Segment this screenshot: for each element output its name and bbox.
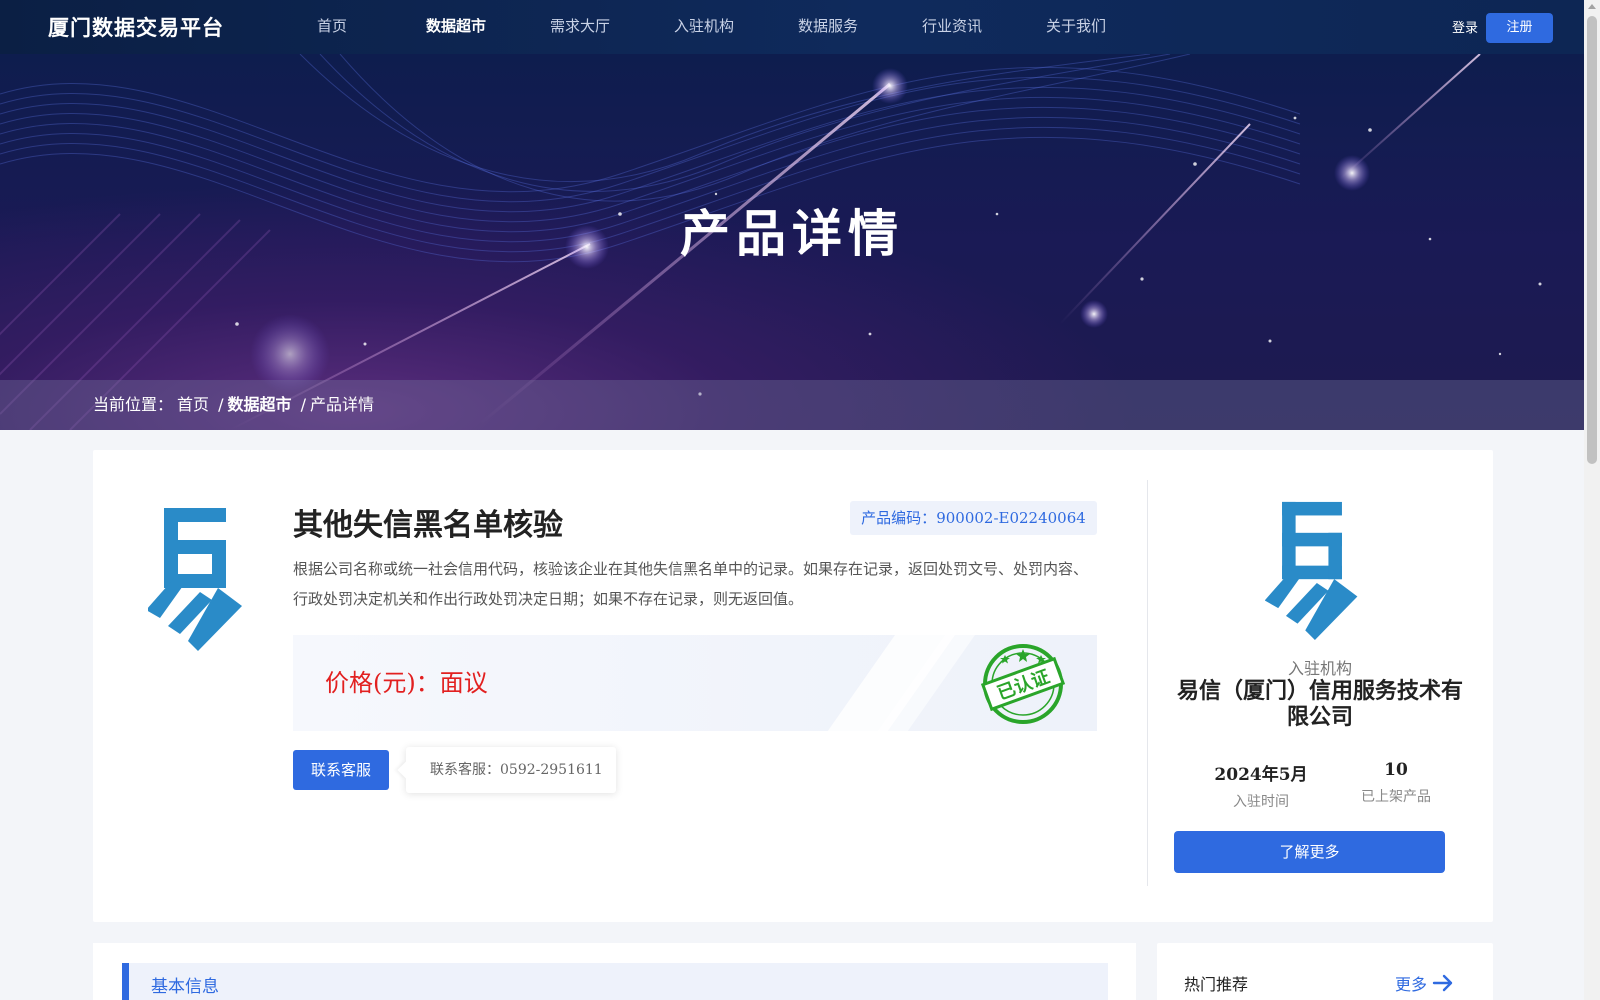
- institution-label: 入驻机构: [1287, 659, 1352, 678]
- basic-info-header: 基本信息: [122, 963, 1108, 1000]
- product-code-value: 900002-E02240064: [936, 509, 1086, 527]
- contact-service-button[interactable]: 联系客服: [293, 750, 389, 790]
- nav-item-home[interactable]: 首页: [270, 0, 394, 54]
- product-detail-card: 其他失信黑名单核验 产品编码：900002-E02240064 根据公司名称或统…: [93, 450, 1493, 922]
- contact-phone: 0592-2951611: [500, 762, 603, 778]
- verified-stamp-icon: 已认证: [981, 644, 1065, 724]
- product-count-value: 10: [1384, 760, 1408, 780]
- top-navigation-bar: 厦门数据交易平台 首页 数据超市 需求大厅 入驻机构 数据服务 行业资讯 关于我…: [0, 0, 1584, 54]
- scrollbar-thumb[interactable]: [1587, 16, 1597, 464]
- breadcrumb-separator: /: [300, 395, 307, 414]
- main-nav: 首页 数据超市 需求大厅 入驻机构 数据服务 行业资讯 关于我们: [270, 0, 1138, 54]
- nav-item-data-services[interactable]: 数据服务: [766, 0, 890, 54]
- breadcrumb-home[interactable]: 首页: [177, 395, 209, 414]
- product-code-badge: 产品编码：900002-E02240064: [850, 501, 1097, 535]
- product-count-label: 已上架产品: [1361, 789, 1431, 805]
- product-description: 根据公司名称或统一社会信用代码，核验该企业在其他失信黑名单中的记录。如果存在记录…: [293, 560, 1089, 608]
- nav-item-about-us[interactable]: 关于我们: [1014, 0, 1138, 54]
- hot-more-link[interactable]: 更多: [1395, 971, 1427, 995]
- product-code-label: 产品编码：: [861, 509, 937, 527]
- nav-item-data-market[interactable]: 数据超市: [394, 0, 518, 54]
- page-title: 产品详情: [680, 204, 904, 263]
- breadcrumb-data-market[interactable]: 数据超市: [228, 395, 292, 414]
- arrow-right-icon[interactable]: [1432, 973, 1454, 993]
- nav-item-institutions[interactable]: 入驻机构: [642, 0, 766, 54]
- register-button[interactable]: 注册: [1486, 13, 1553, 43]
- nav-item-industry-news[interactable]: 行业资讯: [890, 0, 1014, 54]
- page-scrollbar[interactable]: [1584, 0, 1600, 1000]
- card-divider: [1147, 480, 1148, 886]
- price-value: 面议: [439, 669, 488, 697]
- price-label: 价格(元)：: [325, 669, 440, 697]
- join-time-value: 2024年5月: [1214, 765, 1308, 785]
- site-logo[interactable]: 厦门数据交易平台: [48, 12, 224, 42]
- product-logo-icon: [148, 508, 242, 651]
- breadcrumb: 当前位置： 首页 / 数据超市 / 产品详情: [0, 380, 1584, 430]
- breadcrumb-separator: /: [218, 395, 224, 414]
- basic-info-title: 基本信息: [151, 977, 219, 997]
- hot-recommend-section: 热门推荐 更多: [1157, 943, 1493, 1000]
- contact-phone-tooltip: 联系客服：0592-2951611: [406, 747, 616, 793]
- hot-recommend-title: 热门推荐: [1184, 975, 1249, 994]
- scroll-up-arrow-icon[interactable]: [1588, 4, 1596, 9]
- institution-name: 易信（厦门）信用服务技术有限公司: [1176, 678, 1463, 730]
- learn-more-button[interactable]: 了解更多: [1174, 831, 1445, 873]
- price-panel: 价格(元)：面议 已认证: [293, 635, 1097, 731]
- login-link[interactable]: 登录: [1452, 17, 1478, 36]
- join-time-stat: 2024年5月 入驻时间: [1186, 760, 1336, 811]
- basic-info-section: 基本信息: [93, 943, 1136, 1000]
- product-title: 其他失信黑名单核验: [293, 508, 563, 543]
- price-text: 价格(元)：面议: [325, 663, 488, 698]
- contact-tip-label: 联系客服：: [430, 762, 500, 778]
- hero-banner: 产品详情 当前位置： 首页 / 数据超市 / 产品详情: [0, 54, 1584, 430]
- nav-item-demand-hall[interactable]: 需求大厅: [518, 0, 642, 54]
- product-count-stat: 10 已上架产品: [1321, 760, 1471, 806]
- breadcrumb-prefix: 当前位置：: [93, 395, 174, 414]
- institution-logo-icon: [1265, 501, 1358, 640]
- breadcrumb-current: 产品详情: [310, 395, 375, 414]
- join-time-label: 入驻时间: [1233, 794, 1289, 810]
